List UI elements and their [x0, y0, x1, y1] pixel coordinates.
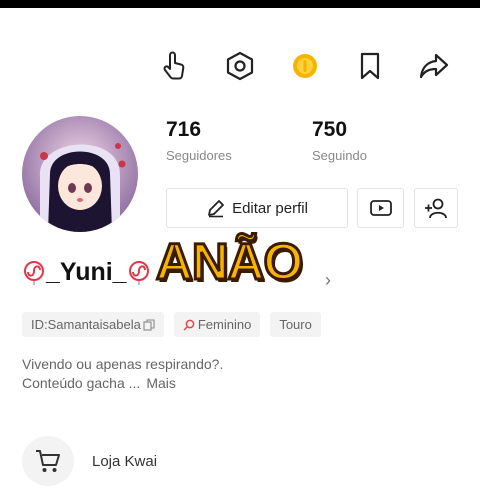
female-icon	[183, 319, 195, 331]
add-friend-button[interactable]	[414, 188, 458, 228]
profile-tags: ID:Samantaisabela Feminino Touro	[22, 312, 321, 337]
username-text: _Yuni_	[46, 258, 127, 286]
profile-screen: 716 Seguidores 750 Seguindo Editar perfi…	[0, 8, 480, 492]
copy-icon[interactable]	[143, 318, 155, 331]
following-label: Seguindo	[312, 148, 367, 163]
bio-line-2-text: Conteúdo gacha ...	[22, 375, 141, 391]
add-user-icon	[425, 198, 447, 219]
gold-coin-icon[interactable]	[287, 48, 323, 84]
followers-count: 716	[166, 118, 202, 141]
following-count: 750	[312, 118, 348, 141]
video-play-icon	[369, 200, 392, 216]
lollipop-icon	[22, 260, 46, 285]
bio-line-1: Vivendo ou apenas respirando?.	[22, 356, 224, 372]
gender-tag-text: Feminino	[197, 317, 252, 332]
video-caption-overlay: ANÃO	[154, 232, 304, 292]
share-icon[interactable]	[416, 48, 452, 84]
hexagon-settings-icon[interactable]	[222, 48, 258, 84]
bookmark-icon[interactable]	[352, 48, 388, 84]
shopping-cart-icon	[22, 436, 74, 486]
bio: Vivendo ou apenas respirando?. Conteúdo …	[22, 355, 223, 393]
bio-more-link[interactable]: Mais	[146, 375, 176, 391]
pencil-icon	[208, 200, 224, 218]
gender-tag: Feminino	[173, 312, 261, 337]
avatar[interactable]	[22, 116, 138, 232]
edit-profile-button[interactable]: Editar perfil	[166, 188, 348, 228]
shop-entry[interactable]: Loja Kwai	[22, 436, 157, 486]
followers-label: Seguidores	[166, 148, 232, 163]
video-button[interactable]	[357, 188, 404, 228]
bio-line-2: Conteúdo gacha ... Mais	[22, 374, 223, 393]
id-tag[interactable]: ID:Samantaisabela	[22, 312, 164, 337]
zodiac-tag: Touro	[270, 312, 321, 337]
following-stat[interactable]: 750 Seguindo	[312, 118, 367, 163]
edit-profile-label: Editar perfil	[232, 199, 308, 217]
followers-stat[interactable]: 716 Seguidores	[166, 118, 232, 163]
chevron-right-icon[interactable]: ›	[325, 270, 331, 291]
lollipop-icon	[127, 260, 151, 285]
shop-label: Loja Kwai	[92, 452, 158, 470]
hand-pointer-icon[interactable]	[158, 48, 194, 84]
zodiac-tag-text: Touro	[279, 317, 312, 332]
top-toolbar	[0, 48, 480, 92]
username: _Yuni_	[22, 258, 151, 287]
id-tag-text: ID:Samantaisabela	[31, 317, 141, 332]
